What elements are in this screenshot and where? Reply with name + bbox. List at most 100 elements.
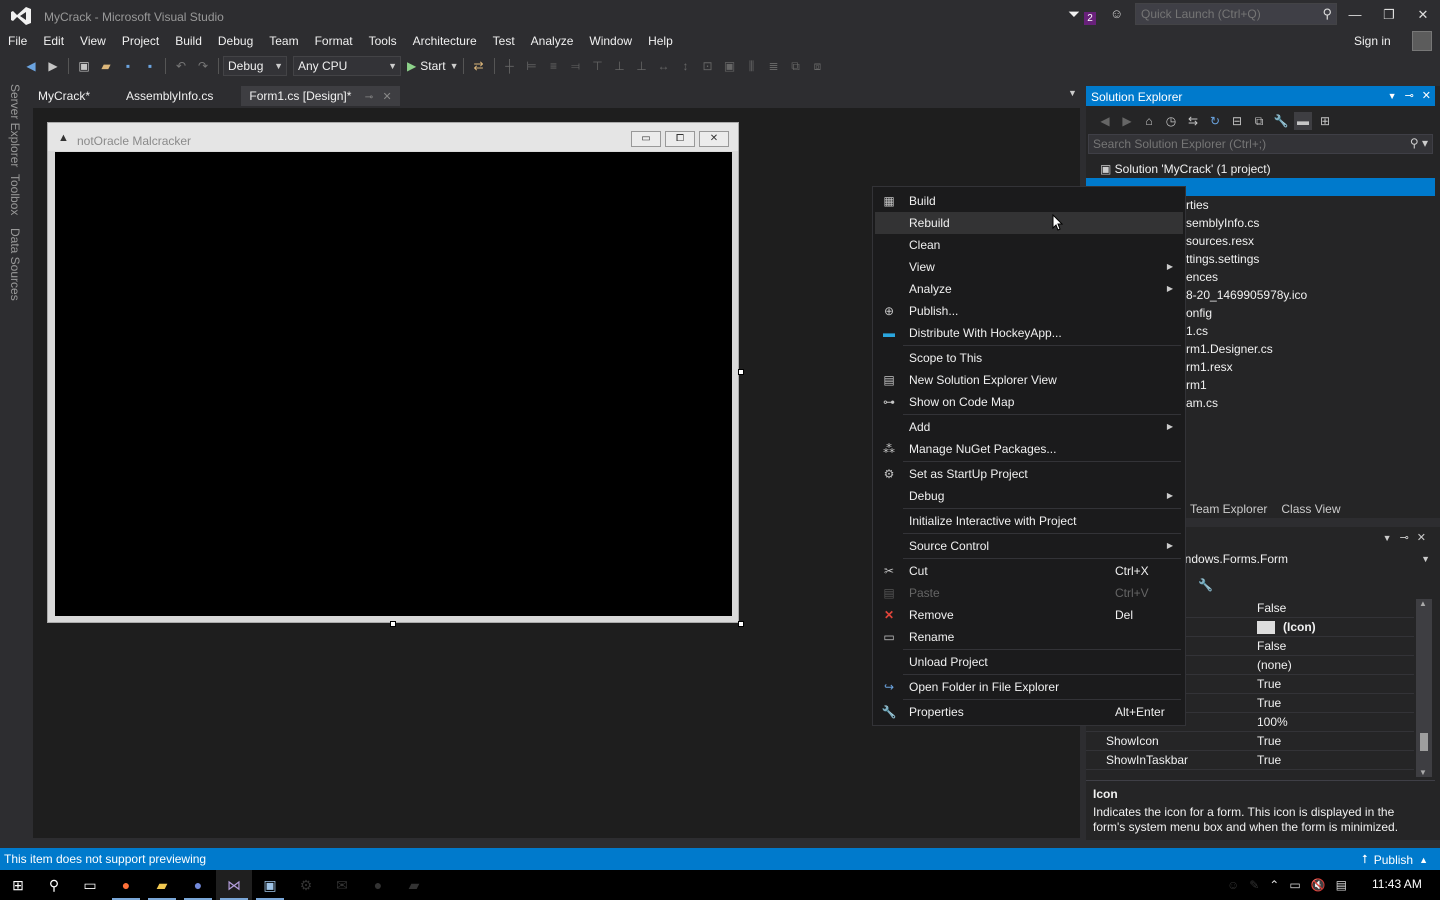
auto-hide-pin-icon[interactable]: ⊸ bbox=[1405, 89, 1414, 102]
align-lefts-icon[interactable]: ⊨ bbox=[523, 57, 541, 75]
solution-node[interactable]: ▣ Solution 'MyCrack' (1 project) bbox=[1086, 160, 1435, 178]
property-row[interactable]: ShowInTaskbar True bbox=[1086, 751, 1414, 770]
notifications-button[interactable]: ⏷ 2 bbox=[1068, 6, 1100, 26]
search-icon[interactable]: ⚲ bbox=[1322, 6, 1332, 22]
refresh-icon[interactable]: ↻ bbox=[1206, 112, 1224, 130]
menu-item-publish[interactable]: ⊕ Publish... bbox=[875, 300, 1183, 322]
menu-item-distribute-hockeyapp[interactable]: ▬ Distribute With HockeyApp... bbox=[875, 322, 1183, 344]
properties-wrench-icon[interactable]: 🔧 bbox=[1272, 112, 1290, 130]
scroll-down-icon[interactable]: ▼ bbox=[1419, 768, 1427, 777]
close-panel-icon[interactable]: ✕ bbox=[1417, 531, 1426, 544]
pending-changes-filter-icon[interactable]: ◷ bbox=[1162, 112, 1180, 130]
open-file-icon[interactable]: ▰ bbox=[97, 57, 115, 75]
scrollbar-thumb[interactable] bbox=[1420, 733, 1428, 751]
minimize-button[interactable]: — bbox=[1340, 4, 1370, 26]
solution-search-box[interactable]: ⚲ ▾ bbox=[1088, 134, 1433, 154]
collapse-all-icon[interactable]: ⊟ bbox=[1228, 112, 1246, 130]
people-icon[interactable]: ☺ bbox=[1227, 878, 1239, 892]
solution-search-input[interactable] bbox=[1089, 135, 1389, 153]
search-icon[interactable]: ⚲ ▾ bbox=[1410, 136, 1428, 150]
tab-list-dropdown-icon[interactable]: ▼ bbox=[1068, 88, 1077, 98]
wrench-icon[interactable]: 🔧 bbox=[1198, 578, 1213, 592]
redo-icon[interactable]: ↷ bbox=[194, 57, 212, 75]
menu-project[interactable]: Project bbox=[114, 30, 167, 52]
start-debugging-button[interactable]: ▶ Start ▼ bbox=[407, 59, 459, 73]
menu-item-remove[interactable]: ✕ Remove Del bbox=[875, 604, 1183, 626]
make-same-size-icon[interactable]: ▣ bbox=[721, 57, 739, 75]
menu-test[interactable]: Test bbox=[485, 30, 523, 52]
menu-item-unload-project[interactable]: Unload Project bbox=[875, 651, 1183, 673]
vertical-spacing-icon[interactable]: ≣ bbox=[765, 57, 783, 75]
menu-item-properties[interactable]: 🔧 Properties Alt+Enter bbox=[875, 701, 1183, 723]
menu-item-initialize-interactive[interactable]: Initialize Interactive with Project bbox=[875, 510, 1183, 532]
sync-with-document-icon[interactable]: ⇆ bbox=[1184, 112, 1202, 130]
scroll-up-icon[interactable]: ▲ bbox=[1419, 599, 1427, 608]
properties-object-selector[interactable]: indows.Forms.Form bbox=[1182, 552, 1288, 566]
menu-tools[interactable]: Tools bbox=[361, 30, 405, 52]
menu-item-rename[interactable]: ▭ Rename bbox=[875, 626, 1183, 648]
menu-analyze[interactable]: Analyze bbox=[523, 30, 582, 52]
tab-class-view[interactable]: Class View bbox=[1281, 502, 1340, 516]
save-all-icon[interactable]: ▪ bbox=[141, 57, 159, 75]
discord-icon[interactable]: ● bbox=[180, 870, 216, 900]
volume-muted-icon[interactable]: 🔇 bbox=[1311, 878, 1326, 892]
resize-handle-corner[interactable] bbox=[738, 621, 744, 627]
menu-debug[interactable]: Debug bbox=[210, 30, 261, 52]
account-icon[interactable] bbox=[1412, 31, 1432, 51]
file-explorer-icon[interactable]: ▰ bbox=[144, 870, 180, 900]
horizontal-spacing-icon[interactable]: ⫼ bbox=[743, 57, 761, 75]
platform-dropdown[interactable]: Any CPU ▼ bbox=[293, 56, 401, 76]
tab-team-explorer[interactable]: Team Explorer bbox=[1190, 502, 1267, 516]
action-center-icon[interactable]: ▤ bbox=[1336, 878, 1347, 892]
server-explorer-tab[interactable]: Server Explorer bbox=[8, 84, 22, 167]
show-hidden-icons-icon[interactable]: ⌃ bbox=[1269, 878, 1279, 892]
firefox-icon[interactable]: ● bbox=[108, 870, 144, 900]
close-panel-icon[interactable]: ✕ bbox=[1422, 89, 1431, 102]
mail-icon[interactable]: ✉ bbox=[324, 870, 360, 900]
preview-selected-icon[interactable]: ▬ bbox=[1294, 112, 1312, 130]
form-window[interactable]: ▲ notOracle Malcracker ▭ ⧠ ✕ bbox=[47, 122, 739, 623]
windows-start-icon[interactable]: ⊞ bbox=[0, 870, 36, 900]
toolbox-tab[interactable]: Toolbox bbox=[8, 174, 22, 215]
menu-item-new-solution-explorer-view[interactable]: ▤ New Solution Explorer View bbox=[875, 369, 1183, 391]
undo-icon[interactable]: ↶ bbox=[172, 57, 190, 75]
size-to-grid-icon[interactable]: ⊡ bbox=[699, 57, 717, 75]
menu-file[interactable]: File bbox=[0, 30, 35, 52]
menu-edit[interactable]: Edit bbox=[35, 30, 72, 52]
align-rights-icon[interactable]: ⫤ bbox=[567, 57, 585, 75]
new-project-icon[interactable]: ▣ bbox=[75, 57, 93, 75]
save-icon[interactable]: ▪ bbox=[119, 57, 137, 75]
property-row[interactable]: ShowIcon True bbox=[1086, 732, 1414, 751]
taskbar-clock[interactable]: 11:43 AM bbox=[1372, 877, 1422, 891]
tab-form1-design[interactable]: Form1.cs [Design]* ⊸ ✕ bbox=[241, 86, 400, 106]
quick-launch-input[interactable] bbox=[1136, 4, 1306, 24]
auto-hide-pin-icon[interactable]: ⊸ bbox=[1400, 531, 1409, 544]
settings-icon[interactable]: ⚙ bbox=[288, 870, 324, 900]
show-all-files-icon[interactable]: ⧉ bbox=[1250, 112, 1268, 130]
send-to-back-icon[interactable]: ⧈ bbox=[809, 57, 827, 75]
align-to-grid-icon[interactable]: ┼ bbox=[501, 57, 519, 75]
chevron-down-icon[interactable]: ▼ bbox=[1421, 554, 1430, 564]
menu-item-paste[interactable]: ▤ Paste Ctrl+V bbox=[875, 582, 1183, 604]
menu-view[interactable]: View bbox=[72, 30, 114, 52]
make-same-width-icon[interactable]: ↔ bbox=[655, 57, 673, 75]
home-icon[interactable]: ⌂ bbox=[1140, 112, 1158, 130]
pen-icon[interactable]: ✎ bbox=[1249, 878, 1259, 892]
menu-item-show-on-code-map[interactable]: ⊶ Show on Code Map bbox=[875, 391, 1183, 413]
menu-help[interactable]: Help bbox=[640, 30, 681, 52]
publish-button[interactable]: ⭡ Publish ▲ bbox=[1362, 852, 1428, 867]
configuration-dropdown[interactable]: Debug ▼ bbox=[223, 56, 287, 76]
align-centers-icon[interactable]: ≡ bbox=[545, 57, 563, 75]
navigate-forward-icon[interactable]: ▶ bbox=[44, 57, 62, 75]
class-diagram-icon[interactable]: ⊞ bbox=[1316, 112, 1334, 130]
menu-format[interactable]: Format bbox=[307, 30, 361, 52]
menu-item-clean[interactable]: Clean bbox=[875, 234, 1183, 256]
navigate-back-icon[interactable]: ◀ bbox=[22, 57, 40, 75]
tab-order-icon[interactable]: ⇄ bbox=[470, 57, 488, 75]
menu-item-manage-nuget[interactable]: ⁂ Manage NuGet Packages... bbox=[875, 438, 1183, 460]
close-window-button[interactable]: ✕ bbox=[1408, 4, 1438, 26]
resize-handle-bottom[interactable] bbox=[390, 621, 396, 627]
menu-item-cut[interactable]: ✂ Cut Ctrl+X bbox=[875, 560, 1183, 582]
bring-to-front-icon[interactable]: ⧉ bbox=[787, 57, 805, 75]
close-icon[interactable]: ✕ bbox=[383, 91, 392, 103]
